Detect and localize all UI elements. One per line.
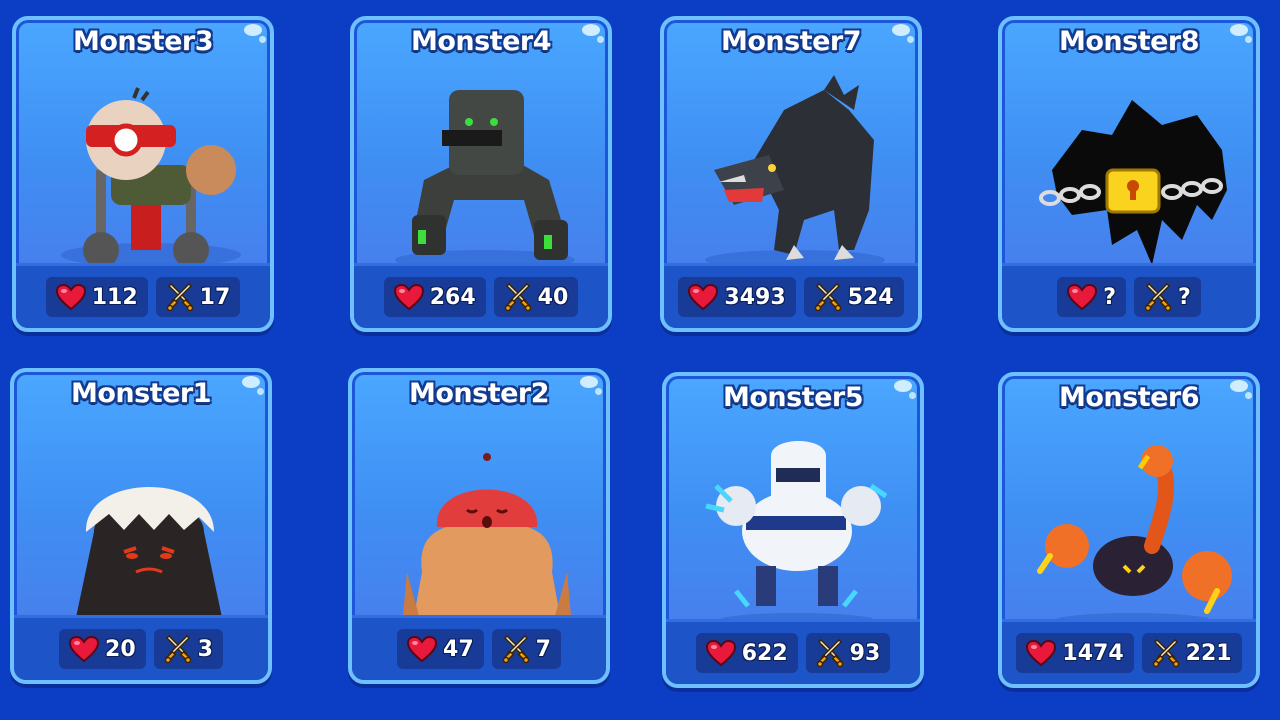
crossed-swords-icon	[164, 635, 192, 663]
monster-portrait	[61, 87, 241, 268]
heart-icon	[56, 284, 86, 310]
monster-portrait	[395, 90, 575, 270]
monster-card[interactable]: Monster6 1474 221	[998, 372, 1260, 688]
crossed-swords-icon	[814, 283, 842, 311]
attack-value: 3	[197, 636, 213, 662]
health-stat: 112	[45, 277, 148, 317]
monster-portrait	[705, 75, 885, 270]
health-value: 622	[741, 640, 788, 666]
attack-value: 221	[1185, 640, 1232, 666]
monster-card[interactable]: Monster3 112 17	[12, 16, 274, 332]
monster-portrait	[402, 453, 572, 622]
health-stat: 622	[695, 633, 798, 673]
monster-name: Monster2	[408, 378, 550, 409]
attack-value: 93	[849, 640, 881, 666]
monster-name: Monster8	[1058, 26, 1200, 57]
health-value: 112	[91, 284, 138, 310]
crossed-swords-icon	[1152, 639, 1180, 667]
heart-icon	[1026, 640, 1056, 666]
health-value: ?	[1103, 284, 1116, 310]
heart-icon	[394, 284, 424, 310]
stats-bar: 112 17	[16, 263, 270, 328]
stats-bar: 3493 524	[664, 263, 918, 328]
crossed-swords-icon	[816, 639, 844, 667]
heart-icon	[407, 636, 437, 662]
heart-icon	[69, 636, 99, 662]
attack-stat: 40	[493, 277, 579, 317]
attack-value: ?	[1178, 284, 1191, 310]
crossed-swords-icon	[166, 283, 194, 311]
monster-portrait	[75, 487, 223, 622]
heart-icon	[688, 284, 718, 310]
health-value: 3493	[724, 284, 786, 310]
health-value: 264	[429, 284, 476, 310]
health-stat: 1474	[1016, 633, 1134, 673]
health-stat: 264	[383, 277, 486, 317]
attack-stat: 221	[1141, 633, 1242, 673]
monster-card[interactable]: Monster8 ? ?	[998, 16, 1260, 332]
monster-card[interactable]: Monster5 622 93	[662, 372, 924, 688]
attack-stat: 7	[491, 629, 561, 669]
monster-card[interactable]: Monster2 47 7	[348, 368, 610, 684]
monster-card[interactable]: Monster1 20 3	[10, 368, 272, 684]
attack-stat: 93	[805, 633, 891, 673]
attack-value: 17	[199, 284, 231, 310]
attack-stat: 3	[153, 629, 223, 669]
health-stat: 20	[59, 629, 146, 669]
monster-name: Monster7	[720, 26, 862, 57]
health-value: 47	[443, 636, 474, 662]
monster-name: Monster1	[70, 378, 212, 409]
heart-icon	[706, 640, 736, 666]
attack-stat: 524	[803, 277, 904, 317]
stats-bar: ? ?	[1002, 263, 1256, 328]
health-stat: ?	[1057, 277, 1126, 317]
attack-value: 7	[535, 636, 551, 662]
health-stat: 3493	[678, 277, 796, 317]
stats-bar: 264 40	[354, 263, 608, 328]
attack-value: 524	[847, 284, 894, 310]
monster-name: Monster5	[722, 382, 864, 413]
monster-portrait	[1037, 445, 1232, 626]
health-value: 1474	[1062, 640, 1124, 666]
monster-portrait	[705, 441, 888, 626]
monster-name: Monster6	[1058, 382, 1200, 413]
stats-bar: 20 3	[14, 615, 268, 680]
attack-value: 40	[537, 284, 569, 310]
health-stat: 47	[397, 629, 484, 669]
stats-bar: 622 93	[666, 619, 920, 684]
monster-name: Monster4	[410, 26, 552, 57]
stats-bar: 47 7	[352, 615, 606, 680]
monster-portrait	[1039, 100, 1227, 265]
monster-card[interactable]: Monster7 3493 524	[660, 16, 922, 332]
crossed-swords-icon	[1144, 283, 1172, 311]
monster-name: Monster3	[72, 26, 214, 57]
crossed-swords-icon	[502, 635, 530, 663]
attack-stat: 17	[155, 277, 241, 317]
health-value: 20	[105, 636, 136, 662]
stats-bar: 1474 221	[1002, 619, 1256, 684]
crossed-swords-icon	[504, 283, 532, 311]
heart-icon	[1067, 284, 1097, 310]
attack-stat: ?	[1134, 277, 1201, 317]
monster-card[interactable]: Monster4 264 40	[350, 16, 612, 332]
